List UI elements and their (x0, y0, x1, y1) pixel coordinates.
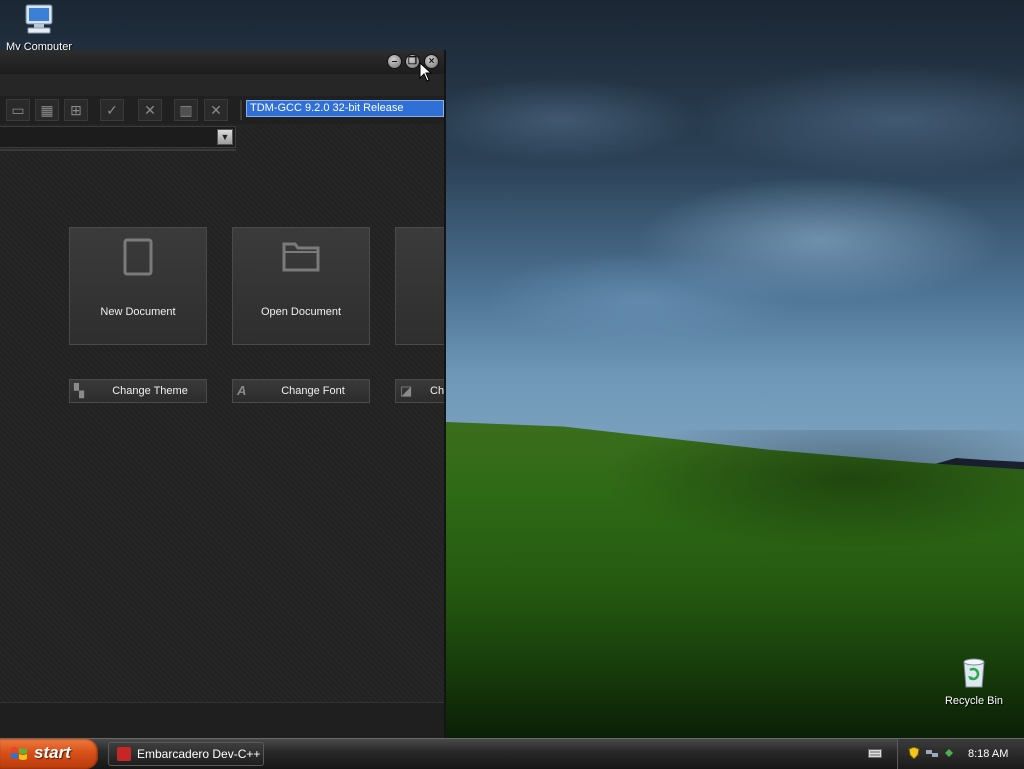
scope-combobox[interactable]: ▼ (0, 126, 236, 148)
menu-bar (0, 74, 444, 97)
window-titlebar[interactable]: – ❐ × (0, 50, 444, 74)
change-font-button[interactable]: A Change Font (232, 379, 370, 403)
cross-icon[interactable]: ✕ (138, 99, 162, 121)
close-x-icon[interactable]: ✕ (204, 99, 228, 121)
compiler-select[interactable]: TDM-GCC 9.2.0 32-bit Release (246, 100, 444, 117)
chart-icon[interactable]: ▥ (174, 99, 198, 121)
system-tray: 8:18 AM (897, 739, 1024, 769)
folder-icon (233, 238, 369, 278)
devcpp-icon (117, 747, 131, 761)
clock[interactable]: 8:18 AM (968, 739, 1008, 769)
minimize-icon[interactable]: – (387, 54, 402, 69)
keyboard-icon[interactable] (868, 747, 882, 759)
third-tile[interactable] (395, 227, 444, 345)
window-icon[interactable]: ▭ (6, 99, 30, 121)
status-bar (0, 702, 444, 738)
start-label: start (34, 743, 71, 762)
document-icon (70, 238, 206, 278)
chevron-down-icon[interactable]: ▼ (217, 129, 233, 145)
start-button[interactable]: start (0, 739, 98, 769)
layout-icon: ◪ (400, 383, 413, 398)
paint-brush-icon: ▚ (74, 383, 84, 398)
font-icon: A (237, 383, 247, 398)
taskbar-item-label: Embarcadero Dev-C++ (137, 747, 261, 761)
windows-logo-icon (11, 747, 27, 760)
devcpp-window: – ❐ × ▭ ▦ ⊞ ✓ ✕ ▥ ✕ TDM-GCC 9.2.0 32-bit… (0, 50, 446, 738)
toolbar-separator (240, 100, 242, 120)
recycle-bin-icon (963, 658, 985, 688)
desktop-icon-label: Recycle Bin (944, 695, 1004, 707)
safely-remove-hardware-icon[interactable] (943, 747, 955, 759)
new-document-tile[interactable]: New Document (69, 227, 207, 345)
taskbar-item-devcpp[interactable]: Embarcadero Dev-C++ (108, 742, 264, 766)
third-action-button[interactable]: ◪ Ch (395, 379, 444, 403)
change-theme-button[interactable]: ▚ Change Theme (69, 379, 207, 403)
taskbar: start Embarcadero Dev-C++ 8:18 AM (0, 738, 1024, 769)
mouse-cursor-icon (419, 62, 433, 82)
tiles-icon[interactable]: ⊞ (64, 99, 88, 121)
check-icon[interactable]: ✓ (100, 99, 124, 121)
tile-label: New Document (100, 306, 176, 318)
desktop-icon-my-computer[interactable]: My Computer (2, 2, 76, 53)
desktop-icon-recycle-bin[interactable]: Recycle Bin (938, 656, 1010, 707)
tile-label: Open Document (260, 306, 342, 318)
open-document-tile[interactable]: Open Document (232, 227, 370, 345)
calendar-grid-icon[interactable]: ▦ (35, 99, 59, 121)
computer-icon (25, 4, 53, 34)
network-icon[interactable] (926, 747, 938, 759)
security-shield-icon[interactable] (908, 747, 920, 759)
restore-icon[interactable]: ❐ (405, 54, 420, 69)
